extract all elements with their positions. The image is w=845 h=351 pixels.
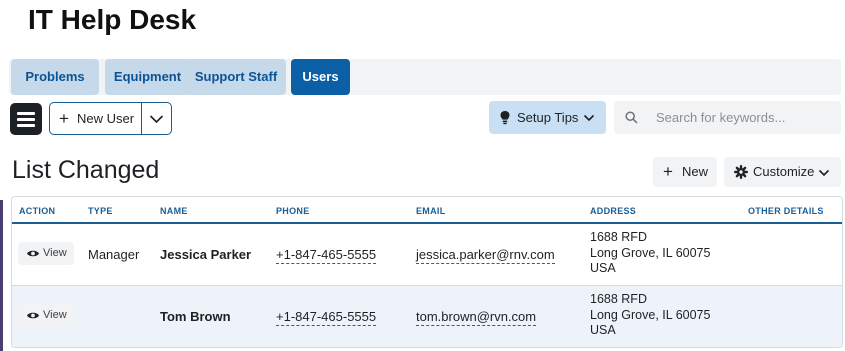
phone-link[interactable]: +1-847-465-5555	[276, 309, 377, 326]
gear-icon	[734, 165, 748, 179]
tab-users[interactable]: Users	[291, 59, 350, 95]
address-line: Long Grove, IL 60075	[590, 307, 711, 322]
customize-button[interactable]: Customize	[724, 157, 841, 187]
search-input[interactable]	[656, 101, 836, 134]
new-user-dropdown-button[interactable]	[142, 103, 171, 134]
new-user-label: New User	[77, 111, 135, 126]
eye-icon	[27, 250, 39, 257]
view-button[interactable]: View	[18, 304, 74, 327]
table-row: View Manager Jessica Parker +1-847-465-5…	[12, 224, 842, 286]
column-header: ADDRESS	[590, 206, 637, 216]
tab-equipment[interactable]: Equipment	[105, 59, 190, 95]
chevron-down-icon	[583, 114, 595, 122]
menu-icon	[17, 118, 35, 121]
tab-problems[interactable]: Problems	[11, 59, 99, 95]
table-header: ACTION TYPE NAME PHONE EMAIL ADDRESS OTH…	[12, 197, 842, 224]
table-row: View Tom Brown +1-847-465-5555 tom.brown…	[12, 286, 842, 347]
lightbulb-icon	[500, 111, 510, 125]
menu-icon	[17, 124, 35, 127]
plus-icon: +	[663, 162, 673, 181]
column-header: TYPE	[88, 206, 113, 216]
address-line: USA	[590, 323, 616, 337]
setup-tips-label: Setup Tips	[517, 110, 579, 125]
address-cell: 1688 RFD Long Grove, IL 60075 USA	[590, 230, 710, 277]
chevron-down-icon	[818, 169, 830, 177]
new-label: New	[682, 164, 709, 179]
customize-label: Customize	[753, 164, 815, 179]
window-edge	[0, 0, 3, 351]
address-line: 1688 RFD	[590, 292, 647, 306]
menu-button[interactable]	[10, 103, 42, 135]
phone-link[interactable]: +1-847-465-5555	[276, 247, 377, 264]
tab-bar: Problems Equipment Support Staff Users	[9, 59, 841, 95]
view-label: View	[43, 309, 67, 321]
view-label: View	[43, 247, 67, 259]
address-line: 1688 RFD	[590, 230, 647, 244]
search-icon	[625, 111, 638, 124]
column-header: OTHER DETAILS	[748, 206, 824, 216]
address-line: Long Grove, IL 60075	[590, 245, 711, 260]
page-title: IT Help Desk	[28, 4, 197, 35]
setup-tips-button[interactable]: Setup Tips	[489, 101, 606, 134]
search-box	[614, 101, 841, 134]
menu-icon	[17, 112, 35, 115]
type-cell: Manager	[88, 247, 140, 262]
new-user-split-button: + New User	[49, 102, 172, 135]
column-header: NAME	[160, 206, 188, 216]
eye-icon	[27, 312, 39, 319]
address-line: USA	[590, 261, 616, 275]
name-cell: Tom Brown	[160, 309, 231, 324]
chevron-down-icon	[149, 115, 164, 124]
edge-accent-bar	[0, 200, 3, 351]
email-link[interactable]: tom.brown@rvn.com	[416, 309, 537, 326]
new-button[interactable]: + New	[653, 157, 717, 187]
plus-icon: +	[59, 109, 69, 128]
column-header: ACTION	[19, 206, 56, 216]
tab-support-staff[interactable]: Support Staff	[186, 59, 286, 95]
name-cell: Jessica Parker	[160, 247, 252, 262]
list-title: List Changed	[12, 156, 160, 184]
address-cell: 1688 RFD Long Grove, IL 60075 USA	[590, 292, 710, 339]
users-table: ACTION TYPE NAME PHONE EMAIL ADDRESS OTH…	[11, 196, 843, 348]
view-button[interactable]: View	[18, 242, 74, 265]
column-header: PHONE	[276, 206, 310, 216]
new-user-button[interactable]: + New User	[50, 103, 141, 134]
column-header: EMAIL	[416, 206, 446, 216]
email-link[interactable]: jessica.parker@rnv.com	[416, 247, 555, 264]
